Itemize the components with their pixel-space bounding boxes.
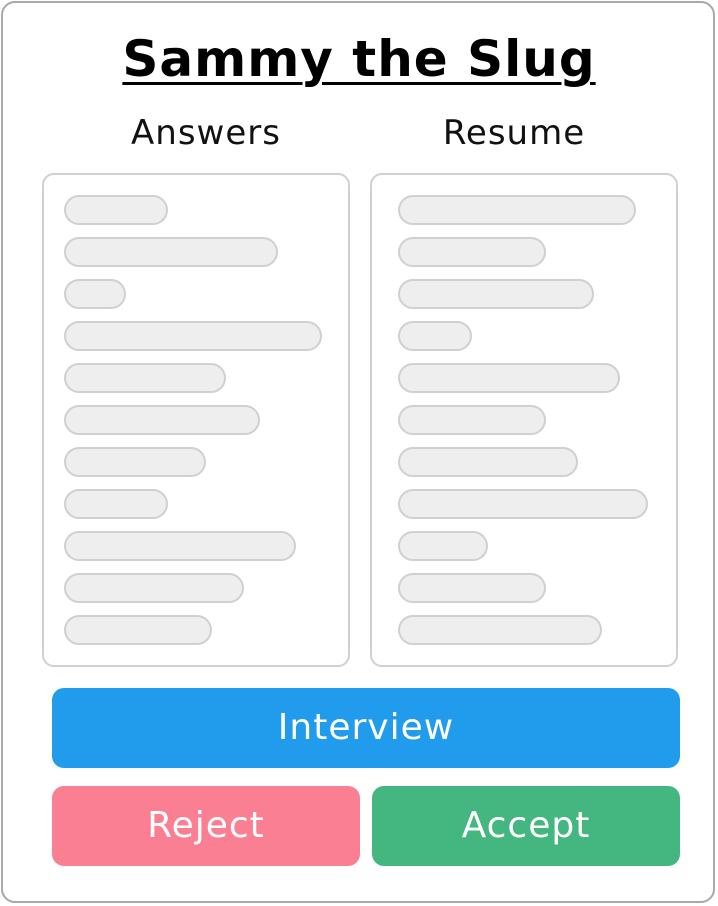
answer-line-placeholder [64,279,126,309]
resume-line-placeholder [398,279,594,309]
answers-panel[interactable] [42,173,350,667]
resume-line-placeholder [398,363,620,393]
answer-line-placeholder [64,489,168,519]
resume-heading: Resume [442,113,586,153]
interview-button[interactable]: Interview [52,688,680,768]
accept-button[interactable]: Accept [372,786,680,866]
answer-line-placeholder [64,237,278,267]
answer-line-placeholder [64,195,168,225]
resume-line-placeholder [398,615,602,645]
reject-button[interactable]: Reject [52,786,360,866]
resume-line-placeholder [398,195,636,225]
resume-panel[interactable] [370,173,678,667]
resume-line-placeholder [398,489,648,519]
answer-line-placeholder [64,405,260,435]
answer-line-placeholder [64,615,212,645]
answer-line-placeholder [64,447,206,477]
resume-line-placeholder [398,321,472,351]
resume-line-placeholder [398,531,488,561]
answer-line-placeholder [64,531,296,561]
answers-heading: Answers [131,113,281,153]
resume-line-placeholder [398,237,546,267]
resume-line-placeholder [398,405,546,435]
answer-line-placeholder [64,363,226,393]
answer-line-placeholder [64,573,244,603]
resume-line-placeholder [398,573,546,603]
applicant-name-title: Sammy the Slug [122,30,596,88]
resume-line-placeholder [398,447,578,477]
answer-line-placeholder [64,321,322,351]
